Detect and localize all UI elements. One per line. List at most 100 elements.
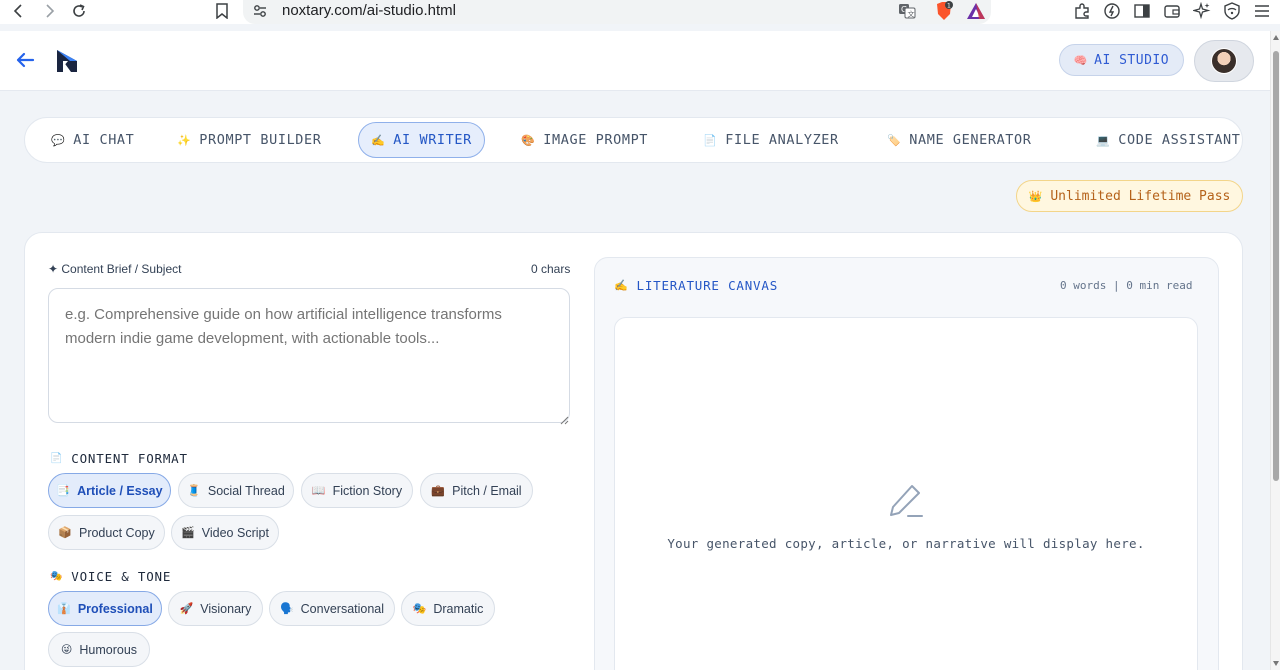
address-bar[interactable]: noxtary.com/ai-studio.html G文 1 <box>243 0 991 24</box>
tool-tabs: 💬 AI CHAT ✨ PROMPT BUILDER ✍️ AI WRITER … <box>24 117 1243 163</box>
browser-back-icon[interactable] <box>8 0 30 22</box>
palette-icon: 🎨 <box>521 133 536 147</box>
extensions-puzzle-icon[interactable] <box>1071 0 1093 22</box>
bookmark-icon[interactable] <box>211 0 233 22</box>
leo-assistant-icon[interactable] <box>1101 0 1123 22</box>
scroll-thumb[interactable] <box>1273 51 1279 481</box>
svg-text:1: 1 <box>947 3 951 10</box>
format-video-script[interactable]: 🎬 Video Script <box>171 515 279 550</box>
tab-code-assistant[interactable]: 💻 CODE ASSISTANT <box>1084 122 1242 158</box>
chip-label: Visionary <box>200 601 252 616</box>
page-scrollbar[interactable] <box>1270 31 1280 670</box>
scroll-up-arrow-icon[interactable] <box>1273 35 1279 40</box>
chip-label: Pitch / Email <box>452 483 522 498</box>
writing-hand-icon: ✍️ <box>614 279 629 292</box>
tab-ai-writer[interactable]: ✍️ AI WRITER <box>358 122 485 158</box>
writing-hand-icon: ✍️ <box>371 133 386 147</box>
vpn-shield-icon[interactable] <box>1221 0 1243 22</box>
tab-ai-chat[interactable]: 💬 AI CHAT <box>39 122 146 158</box>
tone-humorous[interactable]: 😜 Humorous <box>48 632 150 667</box>
section-title-text: VOICE & TONE <box>71 569 172 584</box>
document-icon: 📄 <box>50 453 64 464</box>
format-pitch-email[interactable]: 💼 Pitch / Email <box>420 473 533 508</box>
avatar <box>1211 48 1237 74</box>
winking-face-icon: 😜 <box>60 644 73 656</box>
svg-text:文: 文 <box>908 10 915 19</box>
document-icon: 📄 <box>703 133 718 147</box>
app-logo[interactable] <box>54 47 80 75</box>
laptop-icon: 💻 <box>1096 133 1111 147</box>
site-settings-icon[interactable] <box>252 3 268 24</box>
format-social-thread[interactable]: 🧵 Social Thread <box>178 473 294 508</box>
bookmark-tabs-icon: 📑 <box>56 485 71 497</box>
char-count: 0 chars <box>531 262 571 276</box>
content-brief-label: ✦ Content Brief / Subject <box>48 262 182 276</box>
tab-label: AI WRITER <box>393 132 472 148</box>
content-format-title: 📄 CONTENT FORMAT <box>50 451 188 466</box>
chat-bubble-icon: 💬 <box>51 133 66 147</box>
tab-file-analyzer[interactable]: 📄 FILE ANALYZER <box>691 122 851 158</box>
scroll-down-arrow-icon[interactable] <box>1273 661 1279 666</box>
format-fiction-story[interactable]: 📖 Fiction Story <box>301 473 413 508</box>
resize-handle-icon[interactable] <box>560 412 569 425</box>
clapper-board-icon: 🎬 <box>181 527 195 539</box>
crown-icon: 👑 <box>1028 189 1043 203</box>
sparkles-icon: ✨ <box>177 133 192 147</box>
app-header: 🧠 AI STUDIO <box>0 31 1270 91</box>
chip-label: Fiction Story <box>332 483 403 498</box>
content-brief-input[interactable] <box>48 288 570 423</box>
menu-hamburger-icon[interactable] <box>1251 0 1273 22</box>
ai-sparkle-icon[interactable] <box>1191 0 1213 22</box>
chip-label: Dramatic <box>433 601 484 616</box>
tab-label: FILE ANALYZER <box>725 132 839 148</box>
tone-dramatic[interactable]: 🎭 Dramatic <box>401 591 495 626</box>
theater-masks-icon: 🎭 <box>412 603 427 615</box>
pass-label: Unlimited Lifetime Pass <box>1050 188 1231 204</box>
necktie-icon: 👔 <box>57 603 71 615</box>
tab-prompt-builder[interactable]: ✨ PROMPT BUILDER <box>165 122 333 158</box>
url-text[interactable]: noxtary.com/ai-studio.html <box>282 2 456 19</box>
browser-reload-icon[interactable] <box>68 0 90 22</box>
tab-image-prompt[interactable]: 🎨 IMAGE PROMPT <box>509 122 660 158</box>
open-book-icon: 📖 <box>311 485 326 497</box>
back-arrow-icon[interactable] <box>14 49 36 71</box>
tab-label: CODE ASSISTANT <box>1118 132 1241 148</box>
package-icon: 📦 <box>58 527 72 539</box>
chip-label: Video Script <box>201 525 269 540</box>
tone-conversational[interactable]: 🗣️ Conversational <box>269 591 395 626</box>
brave-rewards-icon[interactable] <box>965 0 987 27</box>
theater-masks-icon: 🎭 <box>50 571 64 582</box>
sidebar-toggle-icon[interactable] <box>1131 0 1153 22</box>
tab-name-generator[interactable]: 🏷️ NAME GENERATOR <box>875 122 1043 158</box>
chip-label: Product Copy <box>78 525 155 540</box>
user-avatar-button[interactable] <box>1194 40 1254 82</box>
literature-canvas-title: ✍️ LITERATURE CANVAS <box>614 278 778 293</box>
tag-icon: 🏷️ <box>887 133 902 147</box>
lifetime-pass-badge[interactable]: 👑 Unlimited Lifetime Pass <box>1016 180 1243 212</box>
tone-visionary[interactable]: 🚀 Visionary <box>168 591 263 626</box>
brave-shield-icon[interactable]: 1 <box>933 0 955 27</box>
wallet-icon[interactable] <box>1161 0 1183 22</box>
tone-professional[interactable]: 👔 Professional <box>48 591 162 626</box>
browser-toolbar: noxtary.com/ai-studio.html G文 1 <box>0 0 1280 24</box>
canvas-title-text: LITERATURE CANVAS <box>636 278 779 293</box>
browser-forward-icon[interactable] <box>38 0 60 22</box>
section-title-text: CONTENT FORMAT <box>71 451 188 466</box>
format-article-essay[interactable]: 📑 Article / Essay <box>48 473 171 508</box>
tab-label: IMAGE PROMPT <box>543 132 649 148</box>
brain-icon: 🧠 <box>1073 53 1089 67</box>
chip-label: Social Thread <box>207 483 285 498</box>
tab-label: AI CHAT <box>73 132 135 148</box>
voice-tone-title: 🎭 VOICE & TONE <box>50 569 171 584</box>
ai-studio-button[interactable]: 🧠 AI STUDIO <box>1059 44 1184 76</box>
speaking-head-icon: 🗣️ <box>279 603 294 615</box>
tab-label: NAME GENERATOR <box>909 132 1032 148</box>
format-product-copy[interactable]: 📦 Product Copy <box>48 515 165 550</box>
briefcase-icon: 💼 <box>431 485 446 497</box>
thread-icon: 🧵 <box>187 485 201 497</box>
chip-label: Article / Essay <box>77 483 163 498</box>
translate-icon[interactable]: G文 <box>898 2 916 25</box>
ai-studio-label: AI STUDIO <box>1094 52 1170 68</box>
chip-label: Humorous <box>79 642 138 657</box>
pencil-icon <box>886 482 924 520</box>
